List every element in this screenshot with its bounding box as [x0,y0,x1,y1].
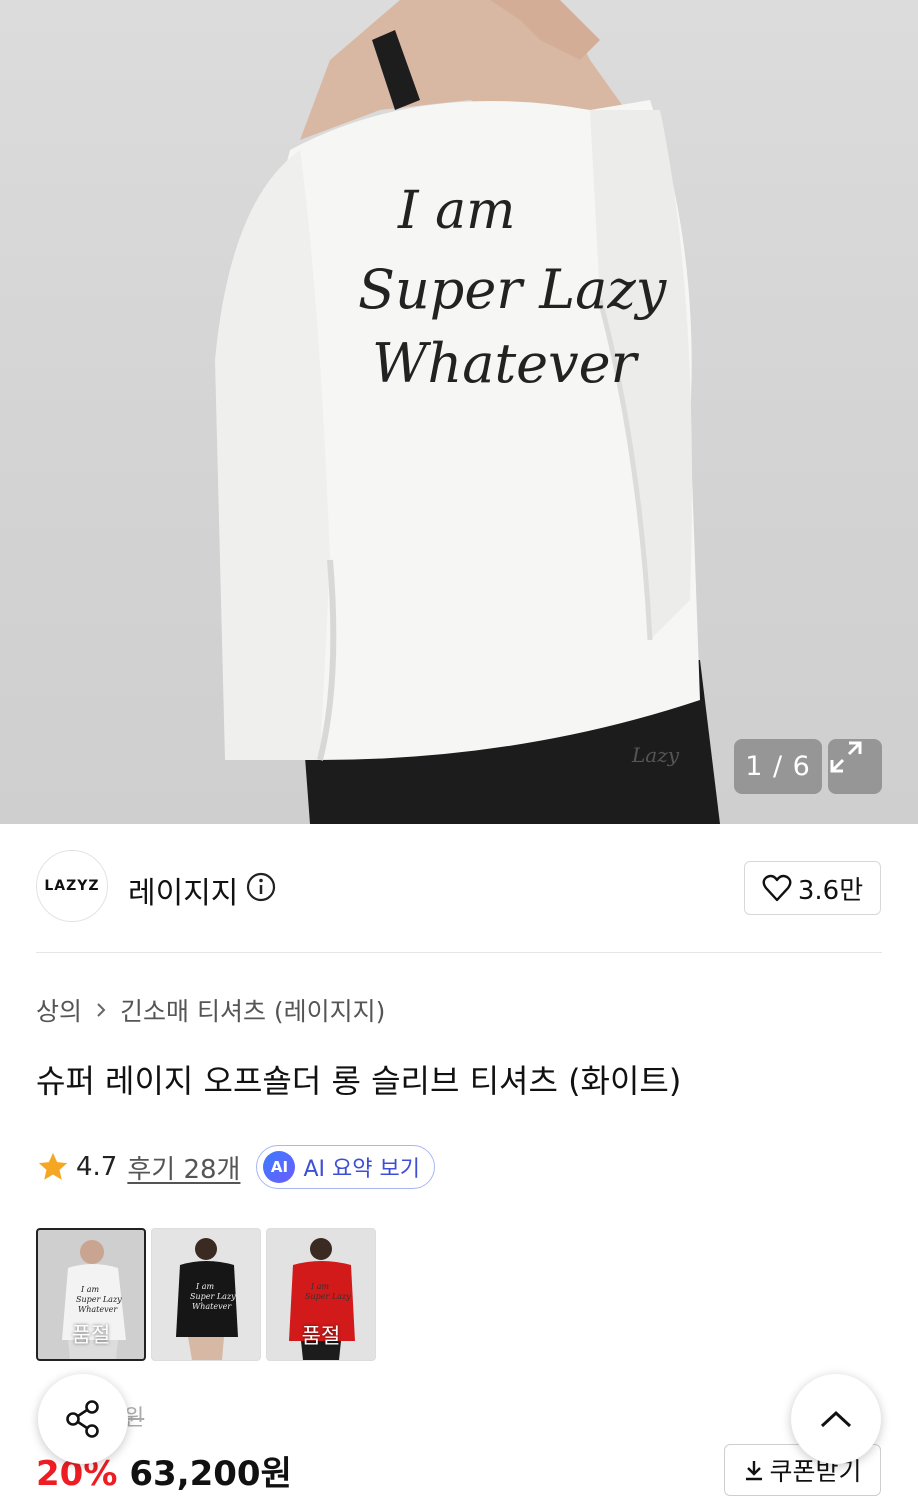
product-title: 슈퍼 레이지 오프숄더 롱 슬리브 티셔츠 (화이트) [36,1062,682,1100]
image-counter: 1 / 6 [734,739,822,794]
svg-text:Super Lazy: Super Lazy [305,1292,351,1301]
variant-thumb-black[interactable]: I am Super Lazy Whatever [151,1228,261,1361]
breadcrumb-item[interactable]: 긴소매 티셔츠 (레이지지) [120,992,385,1028]
chevron-up-icon [820,1410,852,1428]
variant-photo: I am Super Lazy Whatever [176,1238,238,1360]
heart-icon [762,874,792,902]
review-link[interactable]: 후기 28개 [127,1149,240,1186]
ai-summary-label: AI 요약 보기 [303,1157,420,1182]
like-count: 3.6만 [797,875,864,906]
svg-text:Lazy: Lazy [631,743,680,767]
svg-text:I am: I am [80,1285,99,1294]
svg-text:Super Lazy: Super Lazy [190,1292,236,1301]
expand-button[interactable] [828,739,882,794]
rating-value: 4.7 [76,1152,118,1182]
download-icon [746,1461,763,1481]
color-variants: I am Super Lazy Whatever 품절 I am Super L… [36,1228,376,1361]
chevron-right-icon [97,1003,106,1017]
variant-thumb-red[interactable]: I am Super Lazy 품절 [266,1228,376,1361]
divider [36,952,882,953]
variant-thumb-white[interactable]: I am Super Lazy Whatever 품절 [36,1228,146,1361]
rating-row: 4.7 후기 28개 AI AI 요약 보기 [36,1144,435,1190]
svg-text:I am: I am [397,181,515,241]
soldout-label: 품절 [301,1324,341,1348]
svg-text:I am: I am [310,1282,329,1291]
product-main-image[interactable]: I am Super Lazy Whatever Lazy 1 / 6 [0,0,918,824]
info-icon[interactable] [246,872,276,902]
share-button[interactable] [38,1374,128,1464]
ai-badge-icon: AI [263,1151,296,1183]
scroll-top-button[interactable] [791,1374,881,1464]
soldout-label: 품절 [71,1323,111,1347]
final-price: 63,200원 [129,1454,292,1494]
breadcrumb-item[interactable]: 상의 [36,992,82,1028]
brand-row: LAZYZ 레이지지 3.6만 [36,850,882,926]
svg-text:Whatever: Whatever [78,1305,118,1314]
brand-logo[interactable]: LAZYZ [36,850,108,922]
ai-summary-button[interactable]: AI AI 요약 보기 [256,1145,435,1189]
expand-icon [830,741,862,773]
svg-text:I am: I am [195,1282,214,1291]
brand-name[interactable]: 레이지지 [128,868,238,912]
svg-text:Whatever: Whatever [372,332,640,395]
share-icon [66,1400,99,1438]
star-icon [38,1152,68,1180]
svg-text:Whatever: Whatever [192,1302,232,1311]
breadcrumb: 상의 긴소매 티셔츠 (레이지지) [36,992,385,1028]
svg-text:Super Lazy: Super Lazy [76,1295,122,1304]
product-photo: I am Super Lazy Whatever Lazy [215,0,720,824]
svg-text:Super Lazy: Super Lazy [358,258,668,321]
like-button[interactable]: 3.6만 [744,861,881,915]
